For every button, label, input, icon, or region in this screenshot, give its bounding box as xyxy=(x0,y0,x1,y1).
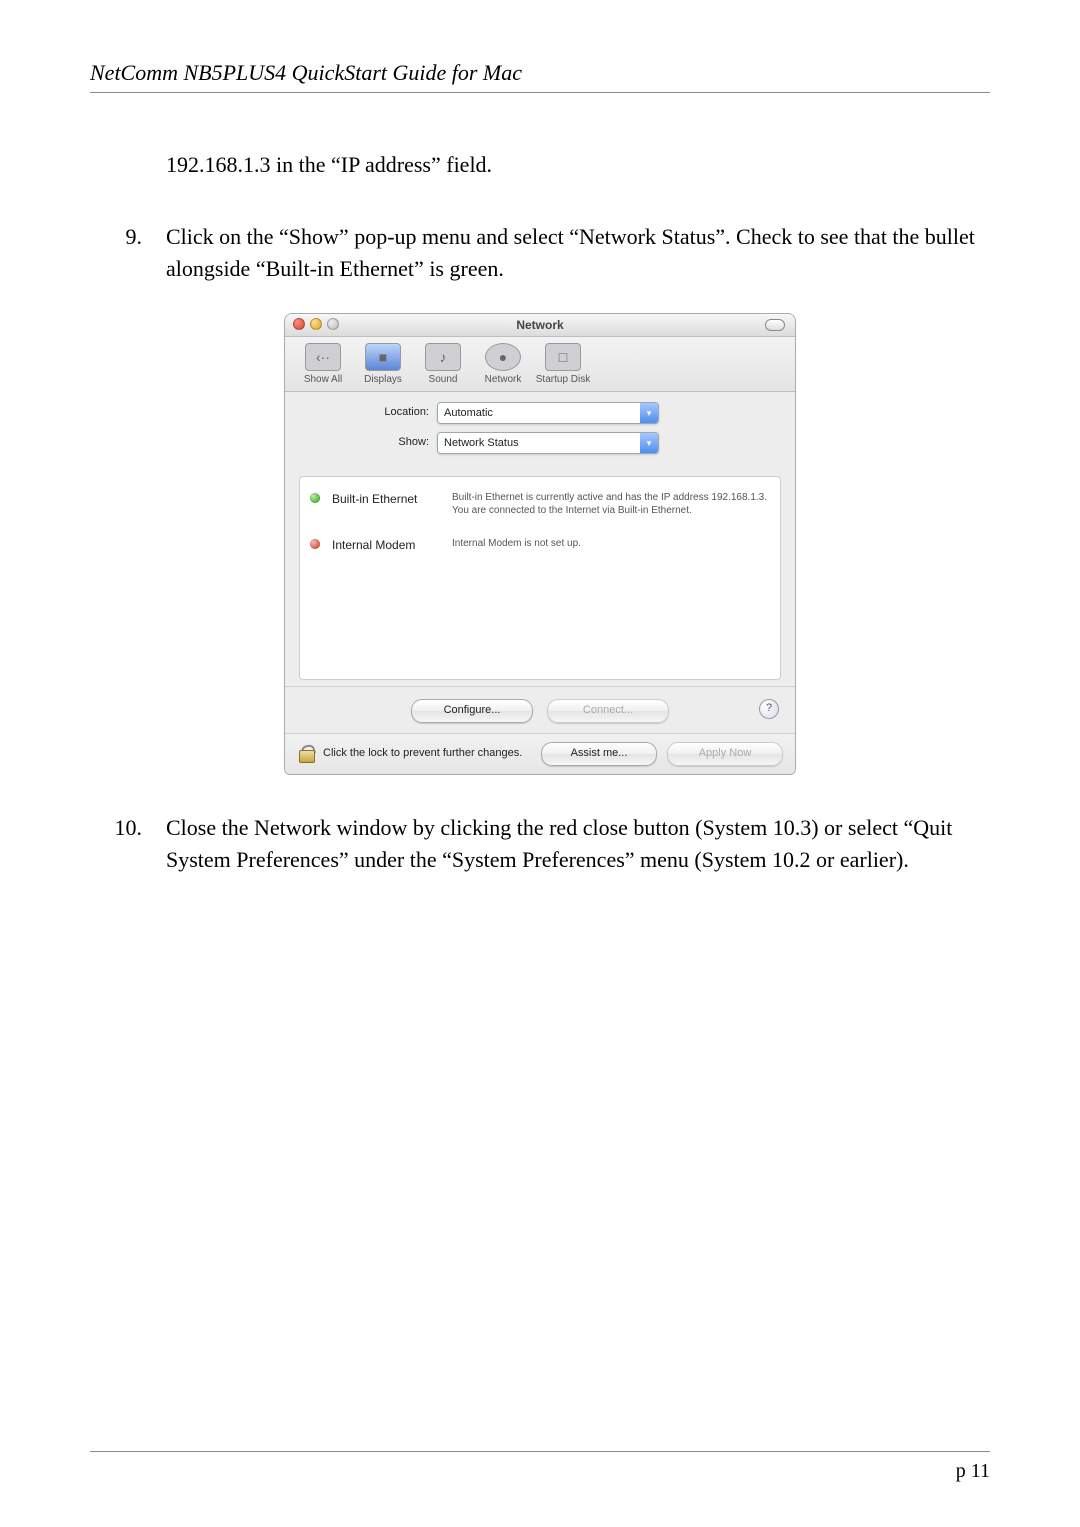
startup-disk-icon: □ xyxy=(545,343,581,371)
window-title: Network xyxy=(285,317,795,334)
step-9: 9. Click on the “Show” pop-up menu and s… xyxy=(90,221,990,285)
toolbar-startup-disk[interactable]: □ Startup Disk xyxy=(533,343,593,388)
toolbar-label: Displays xyxy=(353,373,413,388)
show-value: Network Status xyxy=(438,433,640,453)
step-10: 10. Close the Network window by clicking… xyxy=(90,812,990,876)
toolbar-sound[interactable]: ♪ Sound xyxy=(413,343,473,388)
toolbar-label: Startup Disk xyxy=(533,373,593,388)
status-row-modem[interactable]: Internal Modem Internal Modem is not set… xyxy=(310,531,770,568)
show-label: Show: xyxy=(299,435,437,451)
location-label: Location: xyxy=(299,405,437,421)
interface-desc: Built-in Ethernet is currently active an… xyxy=(452,491,770,517)
page-number: p 11 xyxy=(90,1451,990,1483)
step-10-number: 10. xyxy=(90,812,142,876)
connect-button[interactable]: Connect... xyxy=(547,699,669,723)
toolbar-displays[interactable]: ■ Displays xyxy=(353,343,413,388)
network-icon: ● xyxy=(485,343,521,371)
toolbar-label: Show All xyxy=(293,373,353,388)
toolbar-toggle-icon[interactable] xyxy=(765,319,785,331)
doc-header: NetComm NB5PLUS4 QuickStart Guide for Ma… xyxy=(90,60,990,93)
lock-icon[interactable] xyxy=(297,745,315,763)
chevron-updown-icon: ▾ xyxy=(640,433,658,453)
toolbar-network[interactable]: ● Network xyxy=(473,343,533,388)
status-bullet-green-icon xyxy=(310,493,320,503)
sound-icon: ♪ xyxy=(425,343,461,371)
displays-icon: ■ xyxy=(365,343,401,371)
interface-name: Internal Modem xyxy=(332,537,452,554)
toolbar-label: Network xyxy=(473,373,533,388)
location-popup[interactable]: Automatic ▾ xyxy=(437,402,659,424)
show-popup[interactable]: Network Status ▾ xyxy=(437,432,659,454)
assist-me-button[interactable]: Assist me... xyxy=(541,742,657,766)
status-bullet-red-icon xyxy=(310,539,320,549)
pref-toolbar: ‹·· Show All ■ Displays ♪ Sound ● Networ… xyxy=(285,337,795,393)
network-status-list: Built-in Ethernet Built-in Ethernet is c… xyxy=(299,476,781,680)
step8-fragment: 192.168.1.3 in the “IP address” field. xyxy=(166,149,990,181)
window-titlebar: Network xyxy=(285,314,795,337)
step-10-text: Close the Network window by clicking the… xyxy=(166,812,990,876)
chevron-updown-icon: ▾ xyxy=(640,403,658,423)
lock-text: Click the lock to prevent further change… xyxy=(323,746,522,762)
show-all-icon: ‹·· xyxy=(305,343,341,371)
configure-button[interactable]: Configure... xyxy=(411,699,533,723)
toolbar-label: Sound xyxy=(413,373,473,388)
help-button[interactable]: ? xyxy=(759,699,779,719)
step-9-number: 9. xyxy=(90,221,142,285)
apply-now-button[interactable]: Apply Now xyxy=(667,742,783,766)
interface-name: Built-in Ethernet xyxy=(332,491,452,517)
toolbar-show-all[interactable]: ‹·· Show All xyxy=(293,343,353,388)
interface-desc: Internal Modem is not set up. xyxy=(452,537,770,554)
macos-network-window: Network ‹·· Show All ■ Displays ♪ Sound xyxy=(284,313,796,775)
step-9-text: Click on the “Show” pop-up menu and sele… xyxy=(166,221,990,285)
location-value: Automatic xyxy=(438,403,640,423)
status-row-ethernet[interactable]: Built-in Ethernet Built-in Ethernet is c… xyxy=(310,485,770,531)
